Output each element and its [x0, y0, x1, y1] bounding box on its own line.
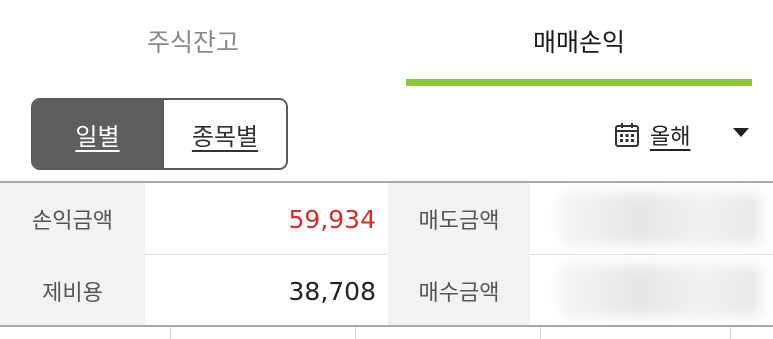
sell-amount-label: 매도금액 — [388, 183, 530, 255]
redacted-value — [560, 193, 760, 245]
fees-label: 제비용 — [0, 255, 145, 327]
detail-table-header — [0, 327, 773, 339]
profit-amount-label: 손익금액 — [0, 183, 145, 255]
view-mode-segmented-control: 일별 종목별 — [31, 98, 288, 170]
redacted-value — [560, 265, 760, 317]
divider — [540, 327, 541, 339]
profit-amount-value: 59,934 — [288, 204, 376, 234]
period-selector[interactable]: 올해 — [614, 113, 690, 157]
caret-down-icon[interactable] — [733, 128, 749, 137]
summary-row: 제비용 38,708 매수금액 — [0, 255, 773, 327]
summary-row: 손익금액 59,934 매도금액 — [0, 183, 773, 255]
daily-view-button[interactable]: 일별 — [33, 100, 162, 168]
calendar-icon — [614, 122, 640, 148]
buy-amount-value — [530, 255, 773, 327]
divider — [730, 327, 731, 339]
tab-stock-balance[interactable]: 주식잔고 — [0, 0, 386, 90]
fees-value: 38,708 — [288, 276, 376, 306]
by-stock-view-button[interactable]: 종목별 — [162, 100, 286, 168]
top-tab-bar: 주식잔고 매매손익 — [0, 0, 773, 90]
period-label[interactable]: 올해 — [650, 119, 690, 151]
buy-amount-label: 매수금액 — [388, 255, 530, 327]
sell-amount-value — [530, 183, 773, 255]
pnl-summary-table: 손익금액 59,934 매도금액 제비용 38,708 매수금액 — [0, 181, 773, 327]
tab-trading-pnl[interactable]: 매매손익 — [386, 0, 772, 90]
divider — [170, 327, 171, 339]
active-tab-indicator — [406, 79, 752, 86]
divider — [355, 327, 356, 339]
